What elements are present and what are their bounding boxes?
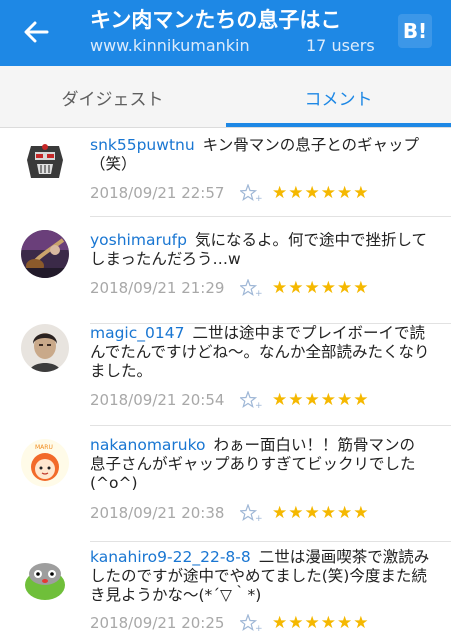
add-star-icon[interactable]: + xyxy=(238,503,263,524)
tab-comments[interactable]: コメント xyxy=(226,66,451,128)
page-title: キン肉マンたちの息子はこ xyxy=(90,8,342,32)
man-photo-avatar[interactable] xyxy=(21,324,69,372)
comment-body: yoshimarufp 気になるよ。何で途中で挫折してしまったんだろう…w xyxy=(90,231,430,269)
comment-username[interactable]: nakanomaruko xyxy=(90,436,206,454)
comment-list[interactable]: snk55puwtnu キン骨マンの息子とのギャップ（笑） 2018/09/21 … xyxy=(0,128,451,640)
robot-mask-avatar[interactable] xyxy=(21,138,69,186)
comment-meta: 2018/09/21 22:57 + ★★★★★★ xyxy=(90,182,430,204)
add-star-icon[interactable]: + xyxy=(238,183,263,204)
page-domain[interactable]: www.kinnikumankin xyxy=(90,36,282,55)
comment-meta: 2018/09/21 21:29 + ★★★★★★ xyxy=(90,277,430,299)
page-subtitle: www.kinnikumankin 17 users xyxy=(90,36,390,58)
comment-item: snk55puwtnu キン骨マンの息子とのギャップ（笑） 2018/09/21 … xyxy=(0,128,451,217)
comment-meta: 2018/09/21 20:54 + ★★★★★★ xyxy=(90,389,430,411)
comment-body: snk55puwtnu キン骨マンの息子とのギャップ（笑） xyxy=(90,136,430,174)
guitar-photo-avatar[interactable] xyxy=(21,230,69,278)
comment-timestamp: 2018/09/21 20:25 xyxy=(90,614,225,632)
add-star-icon[interactable]: + xyxy=(238,278,263,299)
comment-meta: 2018/09/21 20:25 + ★★★★★★ xyxy=(90,612,430,634)
star-rating[interactable]: ★★★★★★ xyxy=(272,277,369,299)
green-blob-avatar[interactable] xyxy=(21,555,69,603)
comment-meta: 2018/09/21 20:38 + ★★★★★★ xyxy=(90,502,430,524)
comment-timestamp: 2018/09/21 20:54 xyxy=(90,391,225,409)
svg-text:+: + xyxy=(255,289,262,297)
hatena-bookmark-button[interactable]: B! xyxy=(398,14,432,48)
comment-username[interactable]: kanahiro9-22_22-8-8 xyxy=(90,548,251,566)
bookmark-user-count: 17 users xyxy=(306,36,375,55)
add-star-icon[interactable]: + xyxy=(238,390,263,411)
comment-item: magic_0147 二世は途中までプレイボーイで読んでたんですけどね〜。なんか全… xyxy=(0,324,451,439)
cartoon-girl-avatar[interactable]: MARU xyxy=(21,439,69,487)
svg-text:MARU: MARU xyxy=(35,444,53,451)
comment-item: yoshimarufp 気になるよ。何で途中で挫折してしまったんだろう…w 201… xyxy=(0,217,451,324)
comment-item: kanahiro9-22_22-8-8 二世は漫画喫茶で激読みしたのですが途中でや… xyxy=(0,542,451,640)
comment-username[interactable]: magic_0147 xyxy=(90,324,184,342)
comment-timestamp: 2018/09/21 21:29 xyxy=(90,279,225,297)
star-rating[interactable]: ★★★★★★ xyxy=(272,182,369,204)
svg-text:+: + xyxy=(255,194,262,202)
comment-timestamp: 2018/09/21 22:57 xyxy=(90,184,225,202)
app-bar: キン肉マンたちの息子はこ www.kinnikumankin 17 users … xyxy=(0,0,451,66)
comment-body: magic_0147 二世は途中までプレイボーイで読んでたんですけどね〜。なんか全… xyxy=(90,324,430,381)
comment-item: MARU nakanomaruko わぁー面白い！！筋骨マンの息子さんがギャップあ… xyxy=(0,426,451,544)
star-rating[interactable]: ★★★★★★ xyxy=(272,502,369,524)
tab-digest[interactable]: ダイジェスト xyxy=(0,66,225,128)
star-rating[interactable]: ★★★★★★ xyxy=(272,389,369,411)
comment-username[interactable]: snk55puwtnu xyxy=(90,136,195,154)
comment-body: kanahiro9-22_22-8-8 二世は漫画喫茶で激読みしたのですが途中でや… xyxy=(90,548,430,605)
comment-username[interactable]: yoshimarufp xyxy=(90,231,187,249)
back-arrow-icon[interactable] xyxy=(18,14,54,50)
comment-body: nakanomaruko わぁー面白い！！筋骨マンの息子さんがギャップありすぎてビ… xyxy=(90,436,430,493)
tab-bar: ダイジェスト コメント xyxy=(0,66,451,128)
svg-text:+: + xyxy=(255,624,262,632)
selected-tab-indicator xyxy=(226,123,451,127)
svg-text:+: + xyxy=(255,401,262,409)
add-star-icon[interactable]: + xyxy=(238,613,263,634)
comment-timestamp: 2018/09/21 20:38 xyxy=(90,504,225,522)
star-rating[interactable]: ★★★★★★ xyxy=(272,612,369,634)
svg-text:+: + xyxy=(255,514,262,522)
